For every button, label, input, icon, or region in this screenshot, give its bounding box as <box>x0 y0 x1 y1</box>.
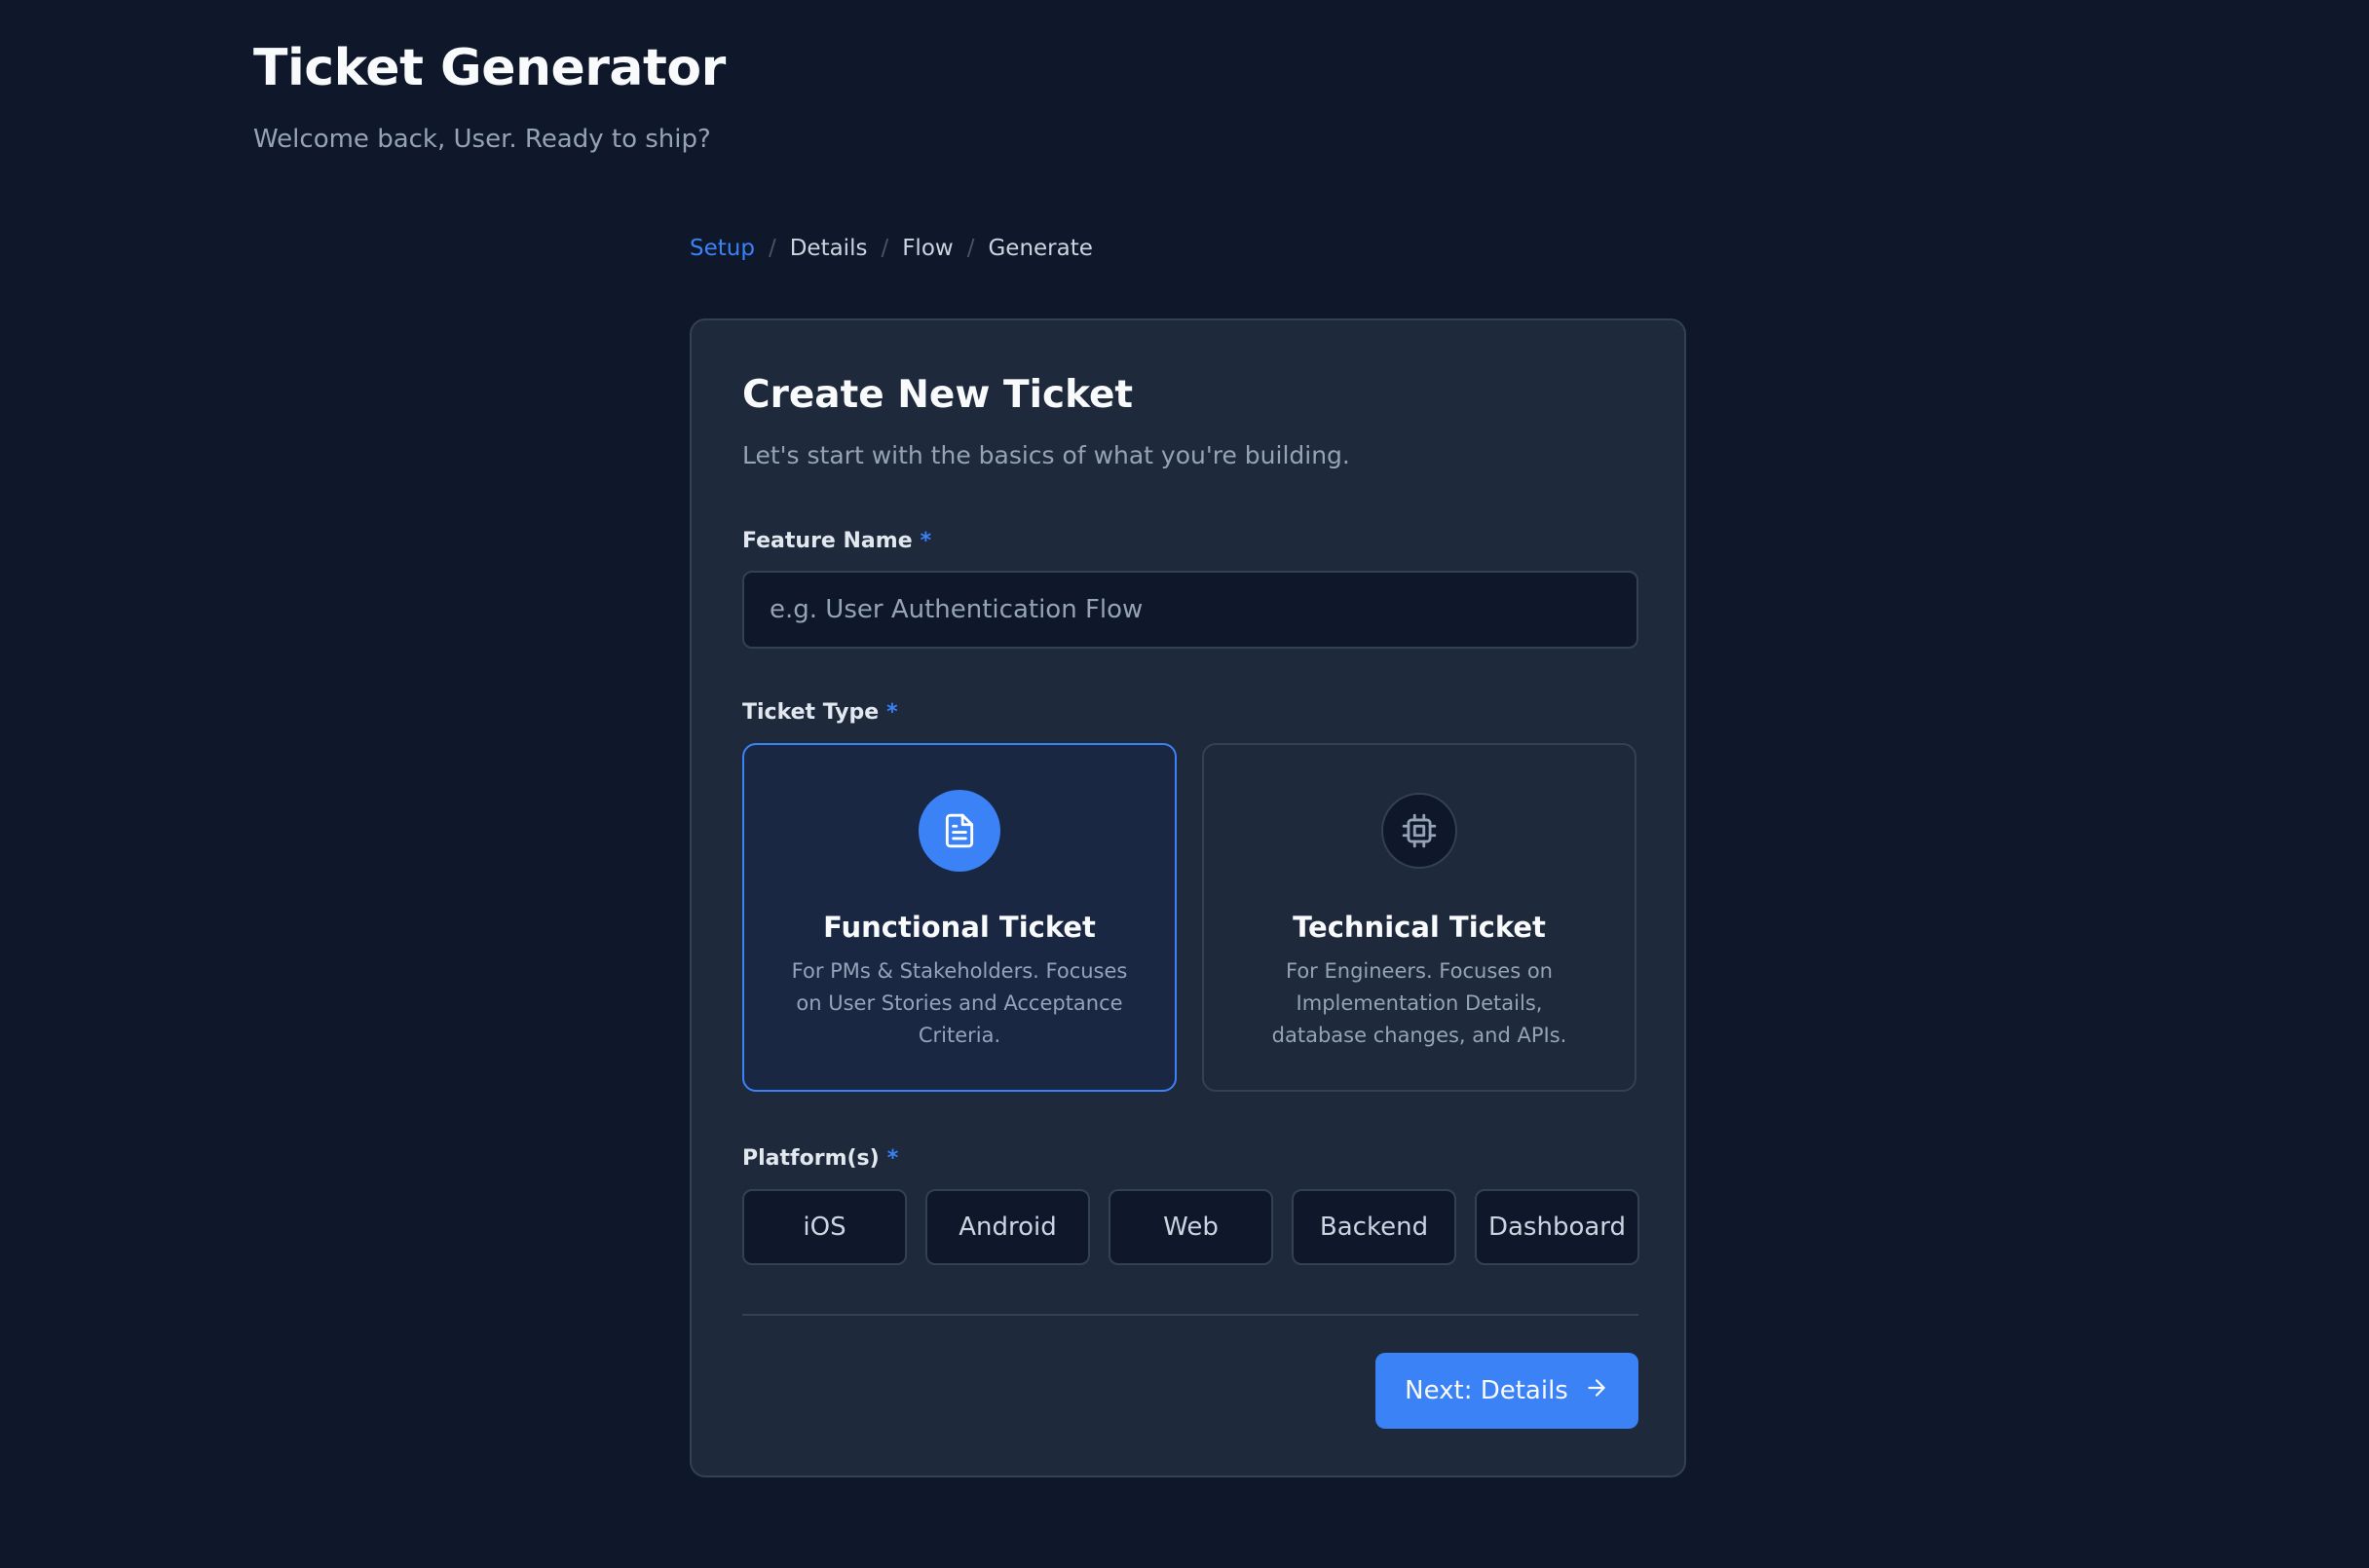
breadcrumb-item-details[interactable]: Details <box>790 236 868 261</box>
feature-name-label-text: Feature Name <box>742 529 913 553</box>
platform-web-button[interactable]: Web <box>1109 1189 1273 1265</box>
platform-android-button[interactable]: Android <box>925 1189 1090 1265</box>
create-ticket-card: Create New Ticket Let's start with the b… <box>690 318 1686 1477</box>
platforms-label-text: Platform(s) <box>742 1146 880 1171</box>
document-icon <box>919 790 1000 872</box>
breadcrumb-item-flow[interactable]: Flow <box>902 236 954 261</box>
technical-ticket-description: For Engineers. Focuses on Implementation… <box>1271 959 1567 1047</box>
breadcrumb: Setup / Details / Flow / Generate <box>690 236 1093 261</box>
feature-name-label: Feature Name * <box>742 529 931 553</box>
card-divider <box>742 1314 1638 1316</box>
breadcrumb-item-generate[interactable]: Generate <box>988 236 1092 261</box>
breadcrumb-separator: / <box>881 236 889 261</box>
app-title: Ticket Generator <box>253 39 726 97</box>
card-description: Let's start with the basics of what you'… <box>742 441 1350 469</box>
cpu-chip-icon <box>1381 793 1457 869</box>
page: Ticket Generator Welcome back, User. Rea… <box>0 0 2369 1568</box>
required-marker: * <box>886 700 898 725</box>
platforms-label: Platform(s) * <box>742 1146 898 1171</box>
technical-ticket-title: Technical Ticket <box>1293 911 1546 944</box>
required-marker: * <box>920 529 932 553</box>
breadcrumb-separator: / <box>768 236 776 261</box>
platform-options: iOS Android Web Backend Dashboard <box>742 1189 1639 1265</box>
technical-ticket-option[interactable]: Technical Ticket For Engineers. Focuses … <box>1202 743 1636 1092</box>
arrow-right-icon <box>1584 1375 1609 1407</box>
card-title: Create New Ticket <box>742 373 1134 417</box>
breadcrumb-item-setup[interactable]: Setup <box>690 236 755 261</box>
platform-ios-button[interactable]: iOS <box>742 1189 907 1265</box>
next-details-button[interactable]: Next: Details <box>1375 1353 1638 1429</box>
functional-ticket-description: For PMs & Stakeholders. Focuses on User … <box>791 959 1128 1047</box>
functional-ticket-option[interactable]: Functional Ticket For PMs & Stakeholders… <box>742 743 1177 1092</box>
functional-ticket-title: Functional Ticket <box>823 911 1096 944</box>
app-subtitle: Welcome back, User. Ready to ship? <box>253 125 711 154</box>
breadcrumb-separator: / <box>966 236 975 261</box>
next-button-label: Next: Details <box>1405 1376 1568 1405</box>
required-marker: * <box>886 1146 899 1171</box>
platform-backend-button[interactable]: Backend <box>1292 1189 1456 1265</box>
ticket-type-label: Ticket Type * <box>742 700 898 725</box>
ticket-type-label-text: Ticket Type <box>742 700 880 725</box>
feature-name-input[interactable] <box>742 571 1638 649</box>
platform-dashboard-button[interactable]: Dashboard <box>1475 1189 1639 1265</box>
